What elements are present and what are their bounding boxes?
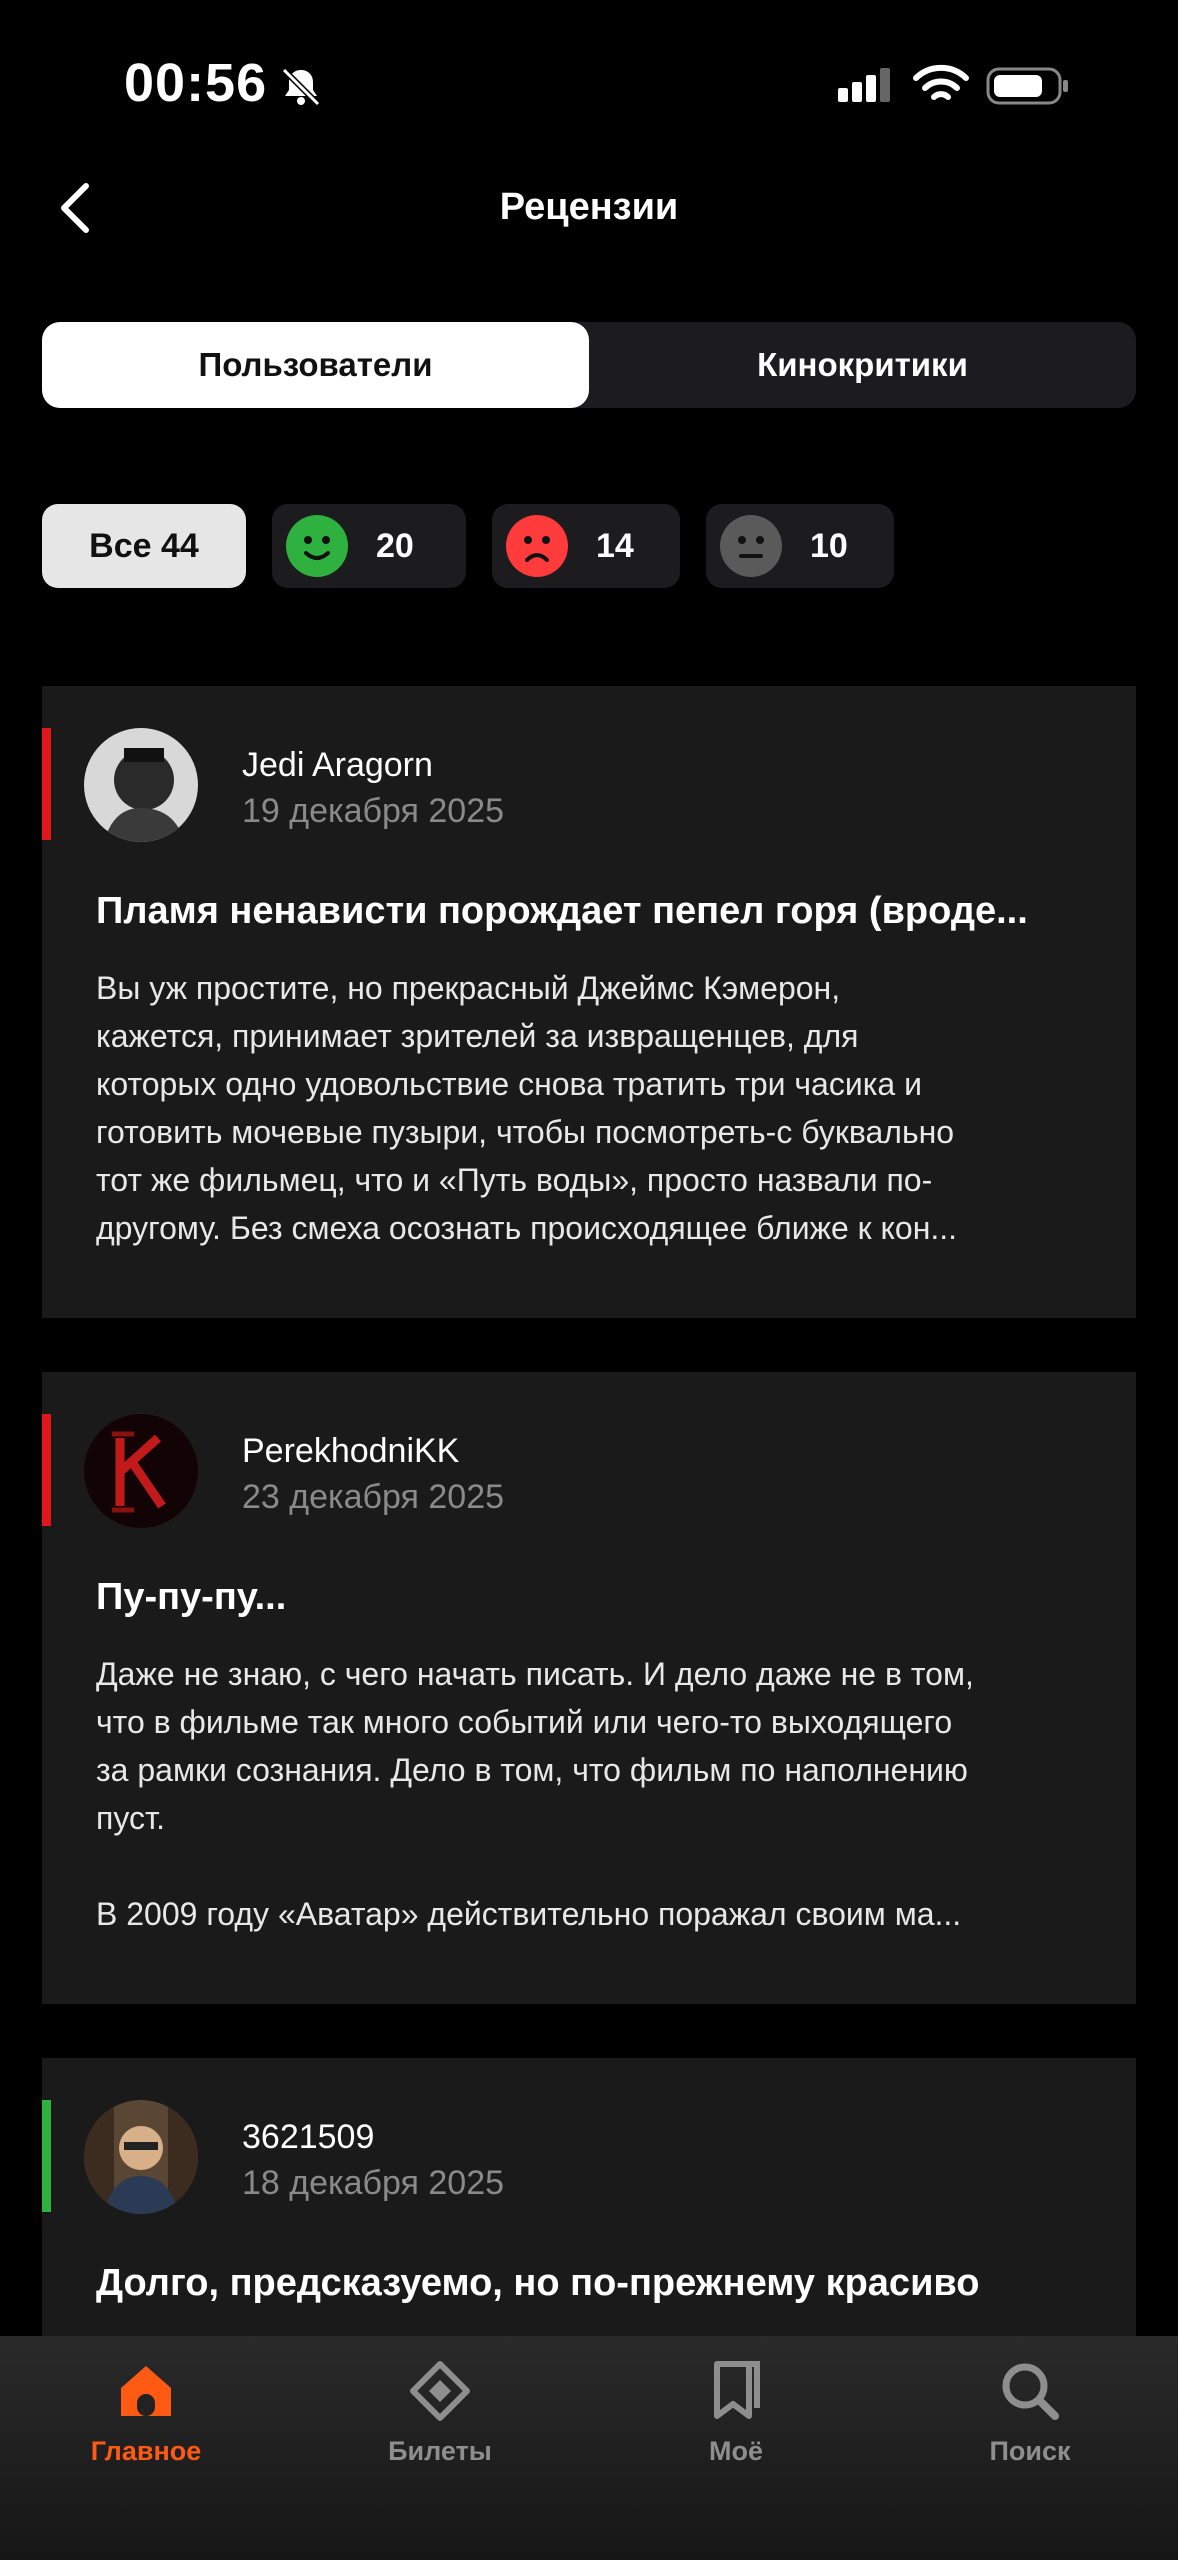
bottom-tab-bar: Главное Билеты Моё Поиск bbox=[0, 2336, 1178, 2560]
review-author[interactable]: Jedi Aragorn bbox=[242, 746, 433, 785]
positive-face-icon bbox=[286, 515, 348, 577]
tab-mine-label: Моё bbox=[709, 2436, 763, 2466]
negative-sentiment-bar bbox=[42, 1414, 51, 1526]
negative-face-icon bbox=[506, 515, 568, 577]
filter-neutral-count: 10 bbox=[810, 526, 848, 565]
avatar[interactable] bbox=[84, 2100, 198, 2214]
bell-muted-icon bbox=[281, 67, 321, 107]
tab-critics[interactable]: Кинокритики bbox=[589, 322, 1136, 408]
page-title: Рецензии bbox=[499, 186, 679, 228]
filter-negative-count: 14 bbox=[596, 526, 634, 565]
tab-tickets[interactable]: Билеты bbox=[340, 2358, 540, 2508]
review-author[interactable]: 3621509 bbox=[242, 2118, 374, 2157]
status-bar: 00:56 bbox=[0, 0, 1178, 170]
review-title: Долго, предсказуемо, но по-прежнему крас… bbox=[96, 2262, 980, 2304]
avatar[interactable] bbox=[84, 728, 198, 842]
battery-icon bbox=[986, 67, 1068, 105]
search-icon bbox=[1002, 2363, 1059, 2420]
review-title: Пламя ненависти порождает пепел горя (вр… bbox=[96, 890, 1028, 932]
filter-negative-chip[interactable]: 14 bbox=[492, 504, 680, 588]
segmented-control: Пользователи Кинокритики bbox=[42, 322, 1136, 408]
review-date: 23 декабря 2025 bbox=[242, 1478, 505, 1516]
tab-tickets-label: Билеты bbox=[388, 2436, 492, 2466]
tab-home-label: Главное bbox=[90, 2436, 202, 2466]
review-date: 19 декабря 2025 bbox=[242, 792, 505, 830]
filter-all-chip[interactable]: Все 44 bbox=[42, 504, 246, 588]
home-icon bbox=[121, 2366, 171, 2416]
avatar[interactable] bbox=[84, 1414, 198, 1528]
ticket-icon bbox=[410, 2361, 470, 2421]
review-text: Вы уж простите, но прекрасный Джеймс Кэм… bbox=[96, 970, 958, 1246]
cellular-signal-icon bbox=[838, 68, 890, 102]
review-card[interactable]: PerekhodniKK 23 декабря 2025 Пу-пу-пу...… bbox=[42, 1372, 1136, 2004]
tab-mine[interactable]: Моё bbox=[636, 2358, 836, 2508]
wifi-icon bbox=[913, 64, 969, 100]
neutral-face-icon bbox=[720, 515, 782, 577]
tab-users[interactable]: Пользователи bbox=[42, 322, 589, 408]
reviews-screen: 00:56 Рецензии Пользователи Кинокритики … bbox=[0, 0, 1178, 2560]
review-title: Пу-пу-пу... bbox=[96, 1576, 287, 1618]
status-time: 00:56 bbox=[124, 53, 268, 113]
filter-neutral-chip[interactable]: 10 bbox=[706, 504, 894, 588]
tab-search[interactable]: Поиск bbox=[930, 2358, 1130, 2508]
review-text: Даже не знаю, с чего начать писать. И де… bbox=[96, 1656, 974, 1932]
tab-search-label: Поиск bbox=[989, 2436, 1071, 2466]
review-author[interactable]: PerekhodniKK bbox=[242, 1432, 459, 1471]
bookmark-icon bbox=[714, 2361, 760, 2419]
filter-positive-chip[interactable]: 20 bbox=[272, 504, 466, 588]
review-card[interactable]: Jedi Aragorn 19 декабря 2025 Пламя ненав… bbox=[42, 686, 1136, 1318]
positive-sentiment-bar bbox=[42, 2100, 51, 2212]
filter-positive-count: 20 bbox=[376, 526, 414, 565]
review-date: 18 декабря 2025 bbox=[242, 2164, 505, 2202]
review-card[interactable]: 3621509 18 декабря 2025 Долго, предсказу… bbox=[42, 2058, 1136, 2358]
tab-home[interactable]: Главное bbox=[46, 2358, 246, 2508]
negative-sentiment-bar bbox=[42, 728, 51, 840]
